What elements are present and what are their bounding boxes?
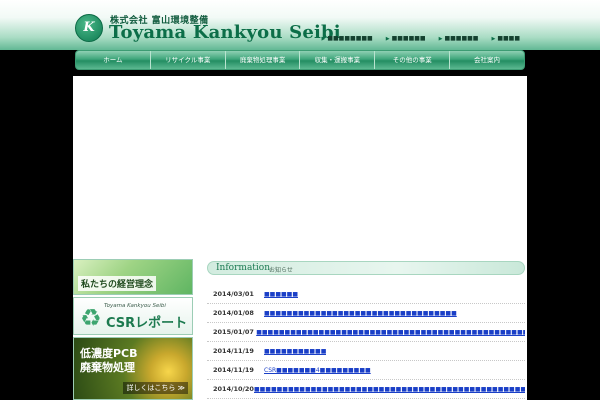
recycle-icon: ♻ (80, 304, 102, 332)
pcb-details-button[interactable]: 詳しくはこちら ≫ (123, 382, 188, 394)
news-item: 2014/03/01 ■■■■■■ (207, 285, 525, 304)
news-date: 2015/01/07 (213, 328, 254, 336)
site-header: K 株式会社 富山環境整備 Toyama Kankyou Seibi ▶ ■■■■… (0, 0, 600, 50)
pcb-banner-line2: 廃棄物処理 (80, 361, 135, 374)
news-date: 2014/03/01 (213, 290, 254, 298)
news-title-link[interactable]: ■■■■■■■■■■■■■■■■■■■■■■■■■■■■■■■■■■■■■■■■… (256, 329, 525, 336)
utility-links: ▶ ■■■■■■■■ ▶ ■■■■■■ ▶ ■■■■■■ ▶ ■■■■ (321, 35, 520, 42)
information-title: Information (216, 263, 271, 273)
utility-link-3[interactable]: ▶ ■■■■■■ (439, 35, 479, 42)
information-header: Information お知らせ (207, 261, 525, 275)
pcb-treatment-banner[interactable]: 低濃度PCB 廃棄物処理 詳しくはこちら ≫ (73, 337, 193, 400)
csr-report-banner[interactable]: ♻ Toyama Kankyou Seibi CSRレポート (73, 297, 193, 335)
nav-item-home[interactable]: ホーム (76, 51, 151, 69)
news-date: 2014/11/19 (213, 347, 254, 355)
nav-item-collection-transport[interactable]: 収集・運搬事業 (300, 51, 376, 69)
hero-image-area (73, 76, 527, 251)
news-title-link[interactable]: ■■■■■■■■■■■ (264, 348, 326, 355)
news-title-link[interactable]: CSR■■■■■■■4■■■■■■■■■ (264, 367, 371, 374)
information-subtitle: お知らせ (269, 267, 293, 274)
company-logo-icon[interactable]: K (75, 14, 103, 42)
news-date: 2014/11/19 (213, 366, 254, 374)
nav-item-recycling[interactable]: リサイクル事業 (151, 51, 226, 69)
philosophy-banner-label: 私たちの経営理念 (78, 276, 157, 291)
news-date: 2014/01/08 (213, 309, 254, 317)
logo-glyph: K (83, 20, 95, 35)
news-title-link[interactable]: ■■■■■■ (264, 291, 298, 298)
news-list: 2014/03/01 ■■■■■■ 2014/01/08 ■■■■■■■■■■■… (207, 285, 525, 399)
utility-link-2[interactable]: ▶ ■■■■■■ (386, 35, 426, 42)
news-title-link[interactable]: ■■■■■■■■■■■■■■■■■■■■■■■■■■■■■■■■■■■■■■■■… (254, 386, 525, 393)
news-item: 2015/01/07 ■■■■■■■■■■■■■■■■■■■■■■■■■■■■■… (207, 323, 525, 342)
news-item: 2014/11/19 CSR■■■■■■■4■■■■■■■■■ (207, 361, 525, 380)
philosophy-banner[interactable]: 私たちの経営理念 (73, 259, 193, 295)
utility-link-1[interactable]: ▶ ■■■■■■■■ (321, 35, 372, 42)
nav-item-waste-treatment[interactable]: 廃棄物処理事業 (226, 51, 301, 69)
news-item: 2014/11/19 ■■■■■■■■■■■ (207, 342, 525, 361)
main-navigation: ホーム リサイクル事業 廃棄物処理事業 収集・運搬事業 その他の事業 会社案内 (75, 50, 525, 70)
nav-item-other-business[interactable]: その他の事業 (375, 51, 451, 69)
bullet-arrow-icon: ▶ (438, 36, 443, 42)
news-title-link[interactable]: ■■■■■■■■■■■■■■■■■■■■■■■■■■■■■■■■■■ (264, 310, 457, 317)
bullet-arrow-icon: ▶ (491, 36, 496, 42)
news-item: 2014/01/08 ■■■■■■■■■■■■■■■■■■■■■■■■■■■■■… (207, 304, 525, 323)
nav-item-company-info[interactable]: 会社案内 (450, 51, 524, 69)
bullet-arrow-icon: ▶ (321, 36, 326, 42)
company-name-english[interactable]: Toyama Kankyou Seibi (109, 22, 341, 43)
csr-banner-company: Toyama Kankyou Seibi (104, 303, 166, 309)
csr-banner-title: CSRレポート (106, 316, 188, 331)
bullet-arrow-icon: ▶ (385, 36, 390, 42)
news-item: 2014/10/20 ■■■■■■■■■■■■■■■■■■■■■■■■■■■■■… (207, 380, 525, 399)
utility-link-4[interactable]: ▶ ■■■■ (491, 35, 520, 42)
news-date: 2014/10/20 (213, 385, 254, 393)
